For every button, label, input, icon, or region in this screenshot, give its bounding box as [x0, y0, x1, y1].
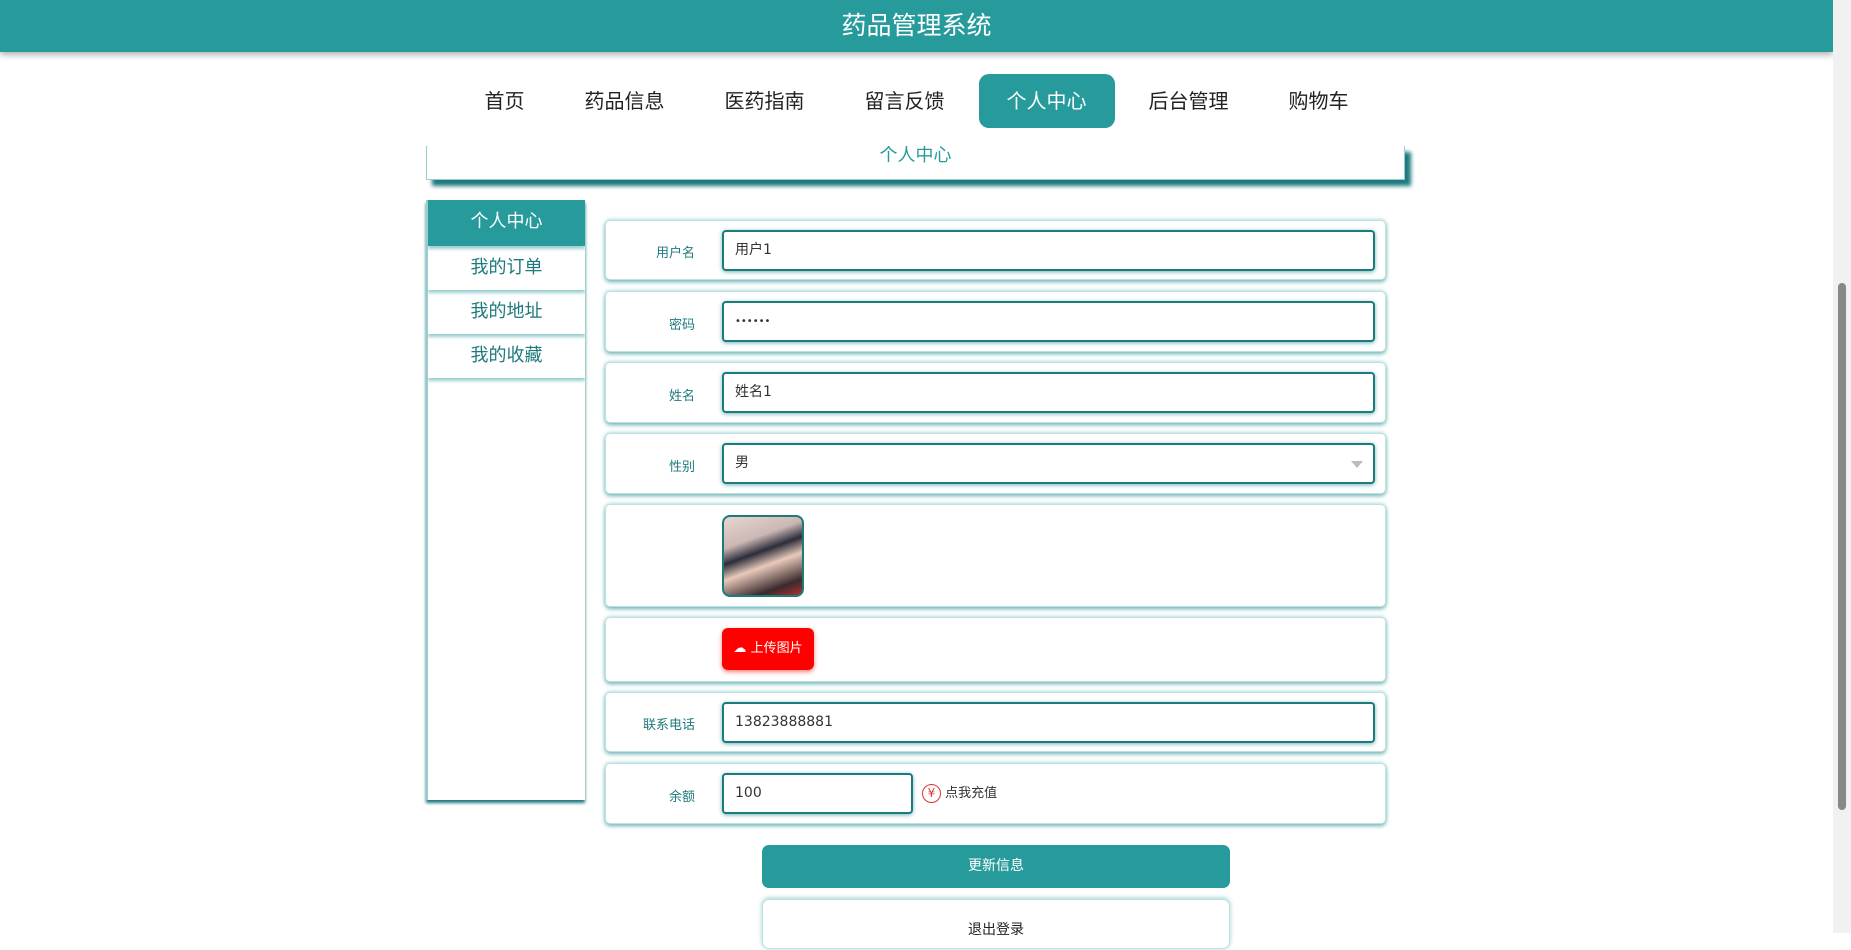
nav-drug-info[interactable]: 药品信息	[559, 74, 691, 128]
username-input[interactable]: 用户1	[722, 230, 1375, 271]
gender-value: 男	[735, 455, 749, 471]
password-label: 密码	[668, 318, 695, 333]
balance-row: 余额 100 ¥ 点我充值	[605, 763, 1386, 824]
cloud-upload-icon: ☁	[733, 641, 747, 656]
sidebar: 个人中心 我的订单 我的地址 我的收藏	[426, 200, 585, 800]
app-title: 药品管理系统	[841, 11, 992, 40]
recharge-link[interactable]: ¥ 点我充值	[922, 782, 997, 803]
nav-admin[interactable]: 后台管理	[1123, 74, 1255, 128]
upload-row: ☁ 上传图片	[605, 617, 1386, 682]
nav-medical-guide[interactable]: 医药指南	[699, 74, 831, 128]
username-label: 用户名	[655, 246, 695, 261]
phone-label: 联系电话	[642, 718, 695, 733]
update-info-button[interactable]: 更新信息	[762, 845, 1230, 888]
gender-label: 性别	[668, 460, 695, 475]
upload-image-button[interactable]: ☁ 上传图片	[722, 628, 814, 670]
page-title-banner: 个人中心	[426, 146, 1405, 180]
gender-select[interactable]: 男	[722, 443, 1375, 484]
logout-button[interactable]: 退出登录	[762, 899, 1230, 949]
phone-row: 联系电话 13823888881	[605, 692, 1386, 752]
nav-feedback[interactable]: 留言反馈	[839, 74, 971, 128]
avatar-row	[605, 504, 1386, 607]
sidebar-item-orders[interactable]: 我的订单	[428, 246, 585, 290]
avatar-image	[722, 515, 804, 597]
balance-input[interactable]: 100	[722, 773, 913, 814]
balance-label: 余额	[668, 790, 695, 805]
name-label: 姓名	[668, 389, 695, 404]
password-row: 密码 ••••••	[605, 291, 1386, 352]
gender-row: 性别 男	[605, 433, 1386, 494]
page-title: 个人中心	[879, 146, 952, 166]
phone-input[interactable]: 13823888881	[722, 702, 1375, 743]
app-header: 药品管理系统	[0, 0, 1833, 52]
yuan-icon: ¥	[922, 784, 941, 803]
recharge-label: 点我充值	[945, 786, 998, 801]
chevron-down-icon	[1351, 461, 1363, 468]
nav-personal-center[interactable]: 个人中心	[978, 74, 1115, 128]
upload-label: 上传图片	[750, 641, 803, 656]
username-row: 用户名 用户1	[605, 220, 1386, 280]
nav-cart[interactable]: 购物车	[1263, 74, 1375, 128]
scrollbar[interactable]	[1833, 0, 1851, 933]
password-input[interactable]: ••••••	[722, 301, 1375, 342]
sidebar-item-favorites[interactable]: 我的收藏	[428, 334, 585, 378]
sidebar-item-personal-center[interactable]: 个人中心	[428, 200, 585, 246]
sidebar-item-address[interactable]: 我的地址	[428, 290, 585, 334]
scrollbar-thumb[interactable]	[1838, 283, 1846, 810]
name-input[interactable]: 姓名1	[722, 372, 1375, 413]
name-row: 姓名 姓名1	[605, 362, 1386, 423]
main-nav: 首页 药品信息 医药指南 留言反馈 个人中心 后台管理 购物车	[0, 74, 1833, 128]
nav-home[interactable]: 首页	[459, 74, 551, 128]
